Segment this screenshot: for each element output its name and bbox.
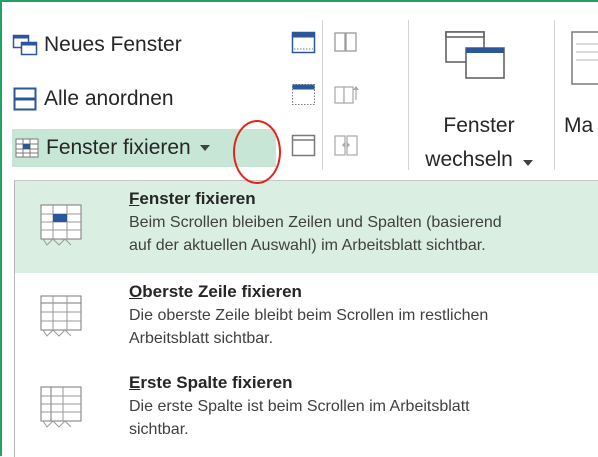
new-window-button[interactable]: Neues Fenster [12, 26, 182, 64]
switch-windows-button[interactable]: Fenster wechseln [414, 20, 544, 178]
accelerator-key: O [129, 282, 143, 301]
menu-item-title: Fenster fixieren [129, 189, 256, 209]
macros-icon [571, 31, 598, 85]
menu-item-title-text: rste Spalte fixieren [140, 373, 293, 392]
menu-item-title: Oberste Zeile fixieren [129, 282, 302, 302]
menu-item-title-text: berste Zeile fixieren [142, 282, 302, 301]
view-side-by-side-icon[interactable] [332, 30, 360, 56]
accelerator-key: E [129, 373, 141, 392]
menu-item-description-line1: Die oberste Zeile bleibt beim Scrollen i… [129, 307, 489, 324]
menu-item-freeze-first-column[interactable]: Erste Spalte fixieren Die erste Spalte i… [15, 365, 598, 457]
menu-item-freeze-panes[interactable]: Fenster fixieren Beim Scrollen bleiben Z… [15, 181, 598, 273]
menu-item-description-line1: Die erste Spalte ist beim Scrollen im Ar… [129, 398, 470, 415]
reset-window-position-icon[interactable] [332, 133, 360, 159]
macros-label: Ma [564, 114, 594, 137]
menu-item-freeze-top-row[interactable]: Oberste Zeile fixieren Die oberste Zeile… [15, 274, 598, 364]
freeze-panes-menu: Fenster fixieren Beim Scrollen bleiben Z… [14, 180, 598, 457]
dropdown-arrow-icon [522, 160, 533, 166]
menu-item-description-line2: sichtbar. [129, 421, 189, 438]
menu-item-description-line1: Beim Scrollen bleiben Zeilen und Spalten… [129, 214, 502, 231]
menu-item-description-line2: auf der aktuellen Auswahl) im Arbeitsbla… [129, 237, 486, 254]
menu-item-title-text: enster fixieren [139, 189, 256, 208]
separator [408, 20, 409, 170]
annotation-circle [233, 120, 281, 184]
freeze-top-row-icon [40, 295, 82, 337]
arrange-all-label: Alle anordnen [44, 87, 174, 110]
accelerator-key: F [129, 189, 140, 208]
dropdown-arrow-icon [199, 145, 210, 151]
freeze-panes-option-icon [40, 204, 82, 246]
freeze-panes-label: Fenster fixieren [46, 136, 191, 159]
split-icon[interactable] [290, 30, 318, 56]
ribbon-window-group: Neues Fenster Alle anordnen Fenster fixi… [2, 2, 598, 180]
menu-item-title: Erste Spalte fixieren [129, 373, 292, 393]
menu-item-description-line2: Arbeitsblatt sichtbar. [129, 330, 274, 347]
arrange-all-button[interactable]: Alle anordnen [12, 80, 174, 118]
switch-windows-label-text: wechseln [425, 148, 513, 171]
new-window-label: Neues Fenster [44, 33, 182, 56]
switch-windows-label-line1: Fenster [443, 114, 515, 137]
macros-button[interactable]: Ma [558, 20, 598, 178]
unhide-window-icon[interactable] [290, 133, 318, 159]
arrange-all-icon [13, 87, 37, 111]
freeze-panes-icon [15, 138, 39, 158]
switch-windows-label-line2: wechseln [414, 148, 544, 172]
separator [322, 20, 323, 170]
hide-window-icon[interactable] [290, 82, 318, 108]
synchronous-scrolling-icon[interactable] [332, 82, 360, 108]
freeze-first-column-icon [40, 386, 82, 428]
separator [554, 20, 555, 170]
switch-windows-icon [445, 31, 505, 79]
new-window-icon [12, 34, 38, 56]
